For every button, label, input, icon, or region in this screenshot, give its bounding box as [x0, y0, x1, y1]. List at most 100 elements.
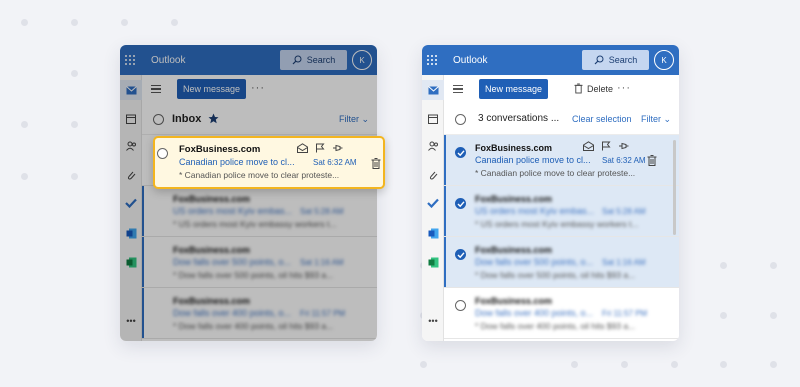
attachment-icon[interactable] [125, 168, 137, 180]
email-checkbox[interactable] [455, 198, 466, 209]
todo-icon[interactable] [125, 197, 137, 209]
email-preview: * US orders most Kyiv embassy workers t.… [475, 219, 639, 229]
avatar[interactable]: K [352, 50, 372, 70]
new-message-button[interactable]: New message [177, 79, 247, 99]
email-sender: FoxBusiness.com [475, 194, 553, 204]
app-launcher-icon[interactable] [427, 55, 437, 65]
mail-icon[interactable] [422, 80, 444, 100]
attachment-icon[interactable] [427, 168, 439, 180]
email-sender: FoxBusiness.com [173, 296, 251, 306]
email-item[interactable]: FoxBusiness.com Dow falls over 500 point… [444, 237, 679, 288]
email-item[interactable]: FoxBusiness.com Canadian police move to … [444, 135, 679, 186]
unread-indicator [444, 135, 446, 185]
search-label: Search [306, 55, 336, 65]
email-subject: Dow falls over 400 points, o... [173, 308, 292, 318]
mail-icon[interactable] [120, 80, 142, 100]
select-all-checkbox[interactable] [455, 114, 466, 125]
command-bar: New message Delete ··· [444, 75, 679, 103]
people-icon[interactable] [125, 140, 137, 152]
background-dot [671, 361, 678, 368]
email-time: Sat 6:32 AM [313, 158, 357, 167]
top-bar: Outlook Search K [120, 45, 377, 75]
more-apps-icon[interactable]: ••• [427, 315, 439, 327]
email-item[interactable]: FoxBusiness.com US orders most Kyiv emba… [142, 186, 377, 237]
email-time: Sat 6:32 AM [602, 156, 646, 165]
search-button[interactable]: Search [582, 50, 649, 70]
calendar-icon[interactable] [427, 113, 439, 125]
top-bar: Outlook Search K [422, 45, 679, 75]
flag-icon[interactable] [315, 143, 325, 153]
background-dot [720, 262, 727, 269]
scrollbar[interactable] [673, 140, 676, 235]
check-icon [457, 201, 465, 208]
email-preview: * Dow falls over 500 points, oil hits $9… [173, 270, 334, 280]
email-time: Fri 11:57 PM [602, 309, 648, 318]
delete-icon [574, 83, 583, 94]
email-checkbox[interactable] [455, 147, 466, 158]
excel-icon[interactable] [427, 256, 439, 268]
more-apps-icon[interactable]: ••• [125, 315, 137, 327]
background-dot [571, 361, 578, 368]
menu-icon[interactable] [151, 85, 161, 94]
email-preview: * Dow falls over 400 points, oil hits $9… [173, 321, 334, 331]
background-dot [71, 173, 78, 180]
delete-icon[interactable] [647, 155, 657, 166]
new-message-button[interactable]: New message [479, 79, 549, 99]
clear-selection-link[interactable]: Clear selection [572, 114, 632, 124]
background-dot [720, 312, 727, 319]
pin-icon[interactable] [332, 143, 343, 153]
email-subject: Canadian police move to cl... [179, 157, 295, 167]
search-button[interactable]: Search [280, 50, 347, 70]
filter-button[interactable]: Filter ⌄ [641, 114, 671, 125]
email-item[interactable]: FoxBusiness.com Dow falls over 400 point… [444, 288, 679, 339]
background-dot [121, 19, 128, 26]
app-rail: ••• [120, 75, 142, 341]
email-checkbox[interactable] [157, 148, 168, 159]
check-icon [457, 252, 465, 259]
app-title: Outlook [151, 54, 186, 66]
email-sender: FoxBusiness.com [475, 245, 553, 255]
todo-icon[interactable] [427, 197, 439, 209]
delete-button[interactable]: Delete [574, 83, 613, 94]
mark-read-icon[interactable] [297, 143, 308, 153]
background-dot [621, 361, 628, 368]
email-sender: FoxBusiness.com [475, 296, 553, 306]
people-icon[interactable] [427, 140, 439, 152]
background-dot [21, 173, 28, 180]
mark-read-icon[interactable] [583, 141, 594, 151]
background-dot [21, 121, 28, 128]
email-item[interactable]: FoxBusiness.com Dow falls over 500 point… [142, 237, 377, 288]
email-checkbox[interactable] [455, 249, 466, 260]
word-icon[interactable] [427, 227, 439, 239]
background-dot [720, 361, 727, 368]
more-options-button[interactable]: ··· [617, 82, 631, 94]
email-checkbox[interactable] [455, 300, 466, 311]
filter-button[interactable]: Filter ⌄ [339, 114, 369, 125]
email-item[interactable]: FoxBusiness.com US orders most Kyiv emba… [444, 186, 679, 237]
email-subject: Dow falls over 500 points, o... [173, 257, 292, 267]
delete-icon[interactable] [371, 158, 381, 169]
search-icon [292, 55, 302, 65]
highlighted-email-item[interactable]: FoxBusiness.com Canadian police move to … [153, 136, 385, 189]
unread-indicator [142, 237, 144, 287]
email-preview: * Canadian police move to clear proteste… [475, 168, 636, 178]
menu-icon[interactable] [453, 85, 463, 94]
more-options-button[interactable]: ··· [251, 82, 265, 94]
flag-icon[interactable] [601, 141, 611, 151]
excel-icon[interactable] [125, 256, 137, 268]
background-dot [71, 19, 78, 26]
pin-icon[interactable] [618, 141, 629, 151]
email-time: Fri 11:57 PM [300, 309, 346, 318]
avatar[interactable]: K [654, 50, 674, 70]
email-subject: Dow falls over 400 points, o... [475, 308, 594, 318]
email-item[interactable]: FoxBusiness.com Dow falls over 400 point… [142, 288, 377, 339]
calendar-icon[interactable] [125, 113, 137, 125]
select-all-checkbox[interactable] [153, 114, 164, 125]
app-launcher-icon[interactable] [125, 55, 135, 65]
unread-indicator [142, 186, 144, 236]
favorite-star-icon[interactable] [208, 113, 219, 124]
email-time: Sat 5:28 AM [602, 207, 646, 216]
word-icon[interactable] [125, 227, 137, 239]
email-subject: Dow falls over 500 points, o... [475, 257, 594, 267]
email-preview: * US orders most Kyiv embassy workers t.… [173, 219, 337, 229]
